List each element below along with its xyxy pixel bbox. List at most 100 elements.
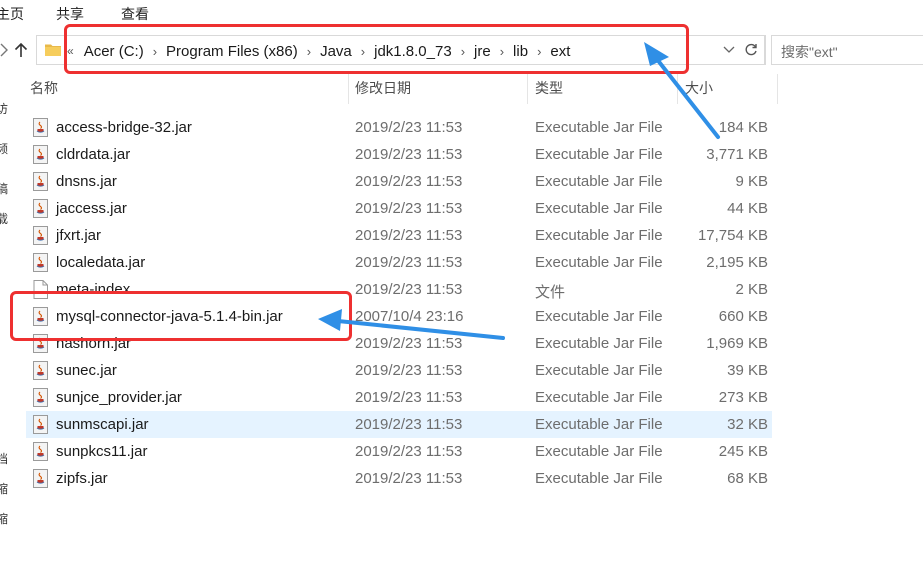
file-row[interactable]: sunjce_provider.jar 2019/2/23 11:53 Execut… — [26, 384, 772, 411]
jar-file-icon — [32, 226, 49, 245]
file-row[interactable]: jaccess.jar 2019/2/23 11:53 Executable Jar… — [26, 195, 772, 222]
jar-file-icon — [32, 469, 49, 488]
file-type: Executable Jar File — [535, 227, 663, 244]
file-name: zipfs.jar — [56, 470, 108, 487]
file-name: sunjce_provider.jar — [56, 389, 182, 406]
file-modified-date: 2019/2/23 11:53 — [355, 362, 463, 379]
file-size: 273 KB — [718, 389, 768, 406]
column-header-date[interactable]: 修改日期 — [355, 78, 411, 102]
file-name: sunmscapi.jar — [56, 416, 149, 433]
tab-share[interactable]: 共享 — [56, 4, 84, 24]
column-divider[interactable] — [527, 74, 528, 104]
file-highlight-box — [10, 291, 352, 341]
file-type: Executable Jar File — [535, 119, 663, 136]
file-row[interactable]: zipfs.jar 2019/2/23 11:53 Executable Jar F… — [26, 465, 772, 492]
file-type: Executable Jar File — [535, 389, 663, 406]
file-name: jaccess.jar — [56, 200, 127, 217]
jar-file-icon — [32, 253, 49, 272]
tab-view[interactable]: 查看 — [121, 4, 149, 24]
jar-file-icon — [32, 388, 49, 407]
file-modified-date: 2019/2/23 11:53 — [355, 254, 463, 271]
nav-pane-label[interactable]: 缩 — [0, 480, 8, 497]
file-size: 44 KB — [727, 200, 768, 217]
nav-pane-label[interactable]: 缩 — [0, 510, 8, 527]
file-size: 32 KB — [727, 416, 768, 433]
file-modified-date: 2019/2/23 11:53 — [355, 146, 463, 163]
file-type: Executable Jar File — [535, 362, 663, 379]
file-modified-date: 2019/2/23 11:53 — [355, 227, 463, 244]
jar-file-icon — [32, 172, 49, 191]
file-modified-date: 2007/10/4 23:16 — [355, 308, 464, 325]
address-highlight-box — [64, 24, 689, 74]
file-name: cldrdata.jar — [56, 146, 131, 163]
file-row[interactable]: dnsns.jar 2019/2/23 11:53 Executable Jar F… — [26, 168, 772, 195]
nav-pane-label[interactable]: 载 — [0, 210, 8, 227]
file-type: 文件 — [535, 284, 566, 301]
file-size: 660 KB — [718, 308, 768, 325]
file-modified-date: 2019/2/23 11:53 — [355, 281, 463, 298]
column-divider[interactable] — [348, 74, 349, 104]
search-input[interactable]: 搜索"ext" — [771, 35, 923, 65]
nav-pane-label[interactable]: 档 — [0, 450, 8, 467]
file-type: Executable Jar File — [535, 308, 663, 325]
file-row[interactable]: jfxrt.jar 2019/2/23 11:53 Executable Jar F… — [26, 222, 772, 249]
file-type: Executable Jar File — [535, 443, 663, 460]
refresh-button[interactable] — [737, 35, 765, 65]
file-type: Executable Jar File — [535, 416, 663, 433]
jar-file-icon — [32, 145, 49, 164]
file-row[interactable]: sunec.jar 2019/2/23 11:53 Executable Jar F… — [26, 357, 772, 384]
file-size: 39 KB — [727, 362, 768, 379]
search-placeholder: 搜索"ext" — [781, 44, 838, 60]
file-row[interactable]: sunmscapi.jar 2019/2/23 11:53 Executable J… — [26, 411, 772, 438]
jar-file-icon — [32, 361, 49, 380]
column-header-type[interactable]: 类型 — [535, 78, 563, 102]
file-row[interactable]: localedata.jar 2019/2/23 11:53 Executable … — [26, 249, 772, 276]
folder-icon — [45, 44, 61, 56]
nav-pane-label[interactable]: 访 — [0, 100, 8, 117]
file-row[interactable]: sunpkcs11.jar 2019/2/23 11:53 Executable J… — [26, 438, 772, 465]
up-arrow-icon[interactable] — [11, 40, 31, 60]
file-modified-date: 2019/2/23 11:53 — [355, 335, 463, 352]
file-modified-date: 2019/2/23 11:53 — [355, 443, 463, 460]
file-type: Executable Jar File — [535, 470, 663, 487]
file-type: Executable Jar File — [535, 173, 663, 190]
file-size: 245 KB — [718, 443, 768, 460]
file-size: 184 KB — [718, 119, 768, 136]
file-size: 2,195 KB — [706, 254, 768, 271]
file-size: 2 KB — [735, 281, 768, 298]
file-name: sunec.jar — [56, 362, 117, 379]
ribbon-tabs: 主页 共享 查看 — [0, 0, 923, 26]
file-modified-date: 2019/2/23 11:53 — [355, 119, 463, 136]
file-type: Executable Jar File — [535, 254, 663, 271]
file-name: jfxrt.jar — [56, 227, 101, 244]
file-size: 17,754 KB — [697, 227, 768, 244]
file-size: 3,771 KB — [706, 146, 768, 163]
navigation-pane: 访 频 稿 载 档 缩 缩 — [0, 74, 8, 572]
jar-file-icon — [32, 442, 49, 461]
file-size: 68 KB — [727, 470, 768, 487]
file-name: access-bridge-32.jar — [56, 119, 192, 136]
file-row[interactable]: cldrdata.jar 2019/2/23 11:53 Executable Ja… — [26, 141, 772, 168]
chevron-down-icon[interactable] — [723, 46, 735, 54]
column-header-name[interactable]: 名称 — [30, 78, 58, 102]
column-header-size[interactable]: 大小 — [685, 78, 713, 102]
jar-file-icon — [32, 199, 49, 218]
file-modified-date: 2019/2/23 11:53 — [355, 416, 463, 433]
column-divider[interactable] — [677, 74, 678, 104]
file-type: Executable Jar File — [535, 200, 663, 217]
refresh-icon — [745, 43, 757, 56]
tab-home[interactable]: 主页 — [0, 4, 24, 24]
file-modified-date: 2019/2/23 11:53 — [355, 389, 463, 406]
file-row[interactable]: access-bridge-32.jar 2019/2/23 11:53 Execu… — [26, 114, 772, 141]
file-modified-date: 2019/2/23 11:53 — [355, 173, 463, 190]
file-size: 9 KB — [735, 173, 768, 190]
file-name: dnsns.jar — [56, 173, 117, 190]
file-size: 1,969 KB — [706, 335, 768, 352]
file-name: localedata.jar — [56, 254, 146, 271]
file-type: Executable Jar File — [535, 335, 663, 352]
file-type: Executable Jar File — [535, 146, 663, 163]
nav-pane-label[interactable]: 频 — [0, 140, 8, 157]
file-name: sunpkcs11.jar — [56, 443, 148, 460]
column-divider[interactable] — [777, 74, 778, 104]
nav-pane-label[interactable]: 稿 — [0, 180, 8, 197]
